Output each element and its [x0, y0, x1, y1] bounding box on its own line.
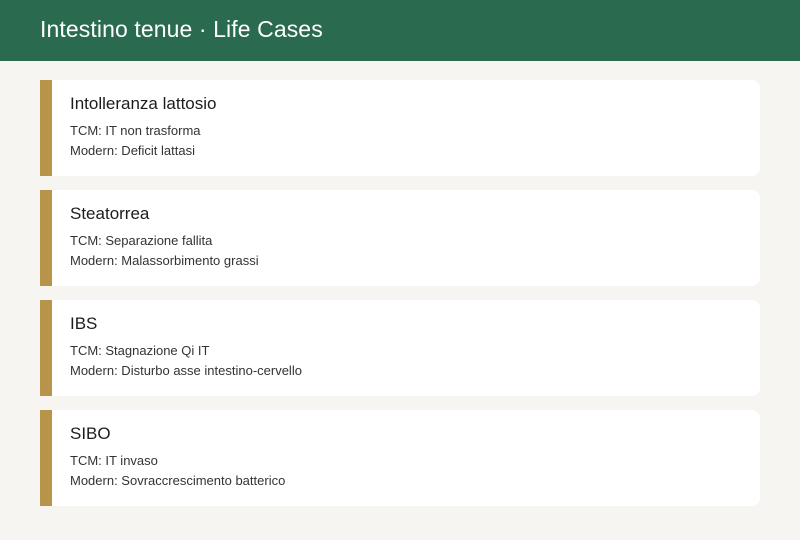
card-accent-bar [40, 80, 52, 176]
case-title: SIBO [70, 424, 111, 443]
case-tcm-text: TCM: IT non trasforma [70, 123, 201, 138]
case-list: Intolleranza lattosio TCM: IT non trasfo… [0, 61, 800, 506]
case-title: IBS [70, 314, 98, 333]
case-modern-text: Modern: Sovraccrescimento batterico [70, 473, 286, 488]
case-title: Steatorrea [70, 204, 150, 223]
case-tcm-text: TCM: Separazione fallita [70, 233, 213, 248]
case-card[interactable]: IBS TCM: Stagnazione Qi IT Modern: Distu… [40, 300, 760, 396]
card-accent-bar [40, 190, 52, 286]
case-tcm-text: TCM: IT invaso [70, 453, 158, 468]
case-card[interactable]: Intolleranza lattosio TCM: IT non trasfo… [40, 80, 760, 176]
page-title: Intestino tenue · Life Cases [40, 16, 323, 42]
case-modern-text: Modern: Malassorbimento grassi [70, 253, 259, 268]
case-card[interactable]: Steatorrea TCM: Separazione fallita Mode… [40, 190, 760, 286]
case-title: Intolleranza lattosio [70, 94, 217, 113]
case-tcm-text: TCM: Stagnazione Qi IT [70, 343, 210, 358]
app-header: Intestino tenue · Life Cases [0, 0, 800, 61]
card-accent-bar [40, 410, 52, 506]
case-modern-text: Modern: Deficit lattasi [70, 143, 195, 158]
case-card[interactable]: SIBO TCM: IT invaso Modern: Sovraccresci… [40, 410, 760, 506]
case-modern-text: Modern: Disturbo asse intestino-cervello [70, 363, 302, 378]
card-accent-bar [40, 300, 52, 396]
